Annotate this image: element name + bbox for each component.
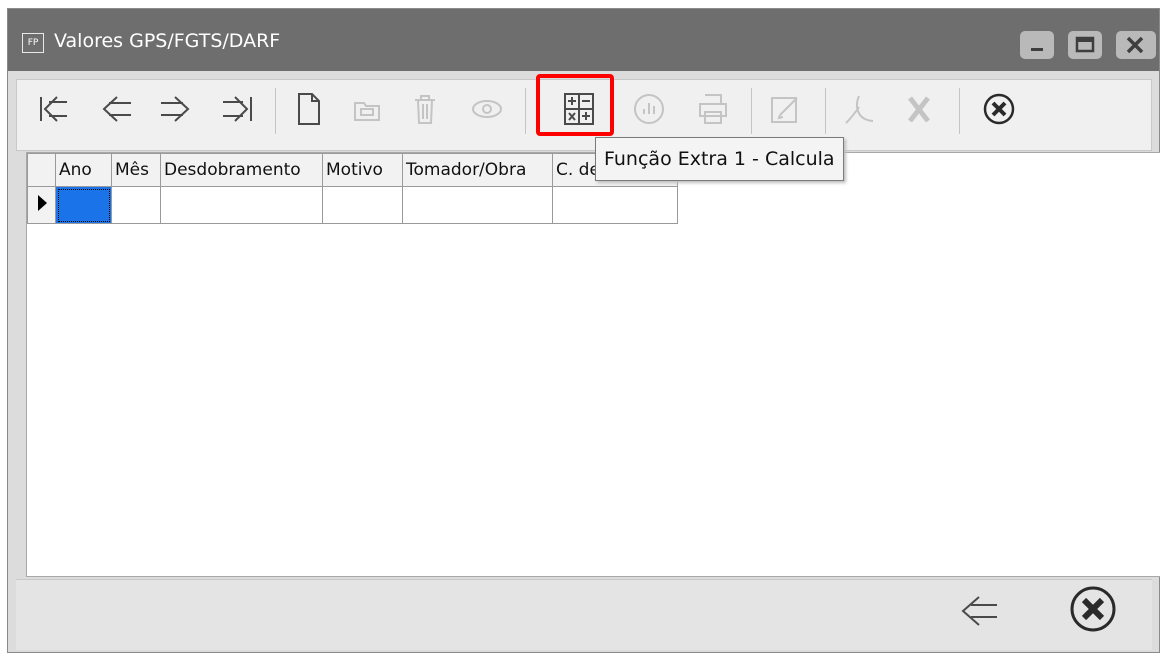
toolbar-separator [275, 88, 276, 134]
toolbar-separator [525, 88, 526, 134]
column-header-mes[interactable]: Mês [111, 153, 161, 187]
row-pointer-icon [37, 194, 47, 211]
previous-record-button[interactable] [97, 86, 137, 132]
grid-table: Ano Mês Desdobramento Motivo Tomador/Obr… [27, 153, 678, 224]
trash-icon [415, 95, 435, 124]
close-circle-icon [983, 93, 1015, 125]
edit-text-button[interactable] [765, 86, 805, 132]
grid-cell-mes[interactable] [111, 186, 161, 224]
excel-button[interactable] [899, 86, 939, 132]
close-circle-icon [1070, 586, 1116, 632]
column-header-tomador-obra[interactable]: Tomador/Obra [402, 153, 553, 187]
close-window-button[interactable] [1116, 31, 1156, 59]
column-header-desdobramento[interactable]: Desdobramento [160, 153, 323, 187]
view-button[interactable] [467, 86, 507, 132]
title-bar[interactable]: FP Valores GPS/FGTS/DARF [8, 9, 1159, 71]
left-arrow-icon [102, 96, 131, 122]
folder-icon [354, 102, 380, 121]
calculate-button-highlight [536, 74, 614, 136]
back-button[interactable] [954, 588, 1004, 634]
grid-cell-ano[interactable] [55, 186, 112, 224]
window-title: Valores GPS/FGTS/DARF [54, 30, 281, 52]
maximize-icon [1075, 36, 1095, 53]
pdf-button[interactable] [839, 86, 879, 132]
toolbar-separator [959, 88, 960, 134]
first-arrow-icon [40, 96, 67, 122]
minimize-button[interactable] [1020, 31, 1054, 59]
column-header-ano[interactable]: Ano [55, 153, 112, 187]
last-arrow-icon [223, 96, 252, 122]
table-row[interactable] [27, 186, 678, 224]
eye-icon [472, 100, 502, 118]
report-button[interactable] [629, 86, 669, 132]
footer-bar [16, 579, 1152, 650]
pencil-icon [771, 97, 798, 123]
grid-header-row: Ano Mês Desdobramento Motivo Tomador/Obr… [27, 153, 678, 187]
excel-icon [908, 96, 930, 123]
minimize-icon [1031, 48, 1043, 51]
delete-button[interactable] [405, 86, 445, 132]
column-header-motivo[interactable]: Motivo [322, 153, 403, 187]
first-record-button[interactable] [35, 86, 75, 132]
grid-cell-desdobramento[interactable] [160, 186, 323, 224]
toolbar-separator [825, 88, 826, 134]
left-arrow-icon [961, 596, 997, 626]
printer-icon [699, 94, 727, 124]
grid-cell-tomador-obra[interactable] [402, 186, 553, 224]
app-badge-icon: FP [22, 33, 44, 53]
next-record-button[interactable] [155, 86, 195, 132]
data-grid[interactable]: Ano Mês Desdobramento Motivo Tomador/Obr… [26, 152, 1160, 577]
pdf-icon [845, 95, 874, 124]
toolbar-separator [751, 88, 752, 134]
edit-button[interactable] [347, 86, 387, 132]
print-button[interactable] [693, 86, 733, 132]
new-button[interactable] [289, 86, 329, 132]
close-toolbar-button[interactable] [979, 86, 1019, 132]
right-arrow-icon [161, 96, 190, 122]
grid-cell-motivo[interactable] [322, 186, 403, 224]
current-row-indicator [27, 186, 56, 224]
maximize-button[interactable] [1068, 31, 1102, 59]
row-indicator-header [27, 153, 56, 187]
tooltip: Função Extra 1 - Calcula [595, 137, 844, 181]
chart-icon [634, 94, 664, 124]
close-footer-button[interactable] [1066, 586, 1120, 632]
close-icon [1126, 36, 1144, 54]
new-document-icon [298, 93, 320, 125]
last-record-button[interactable] [217, 86, 257, 132]
grid-cell-centro-custo[interactable] [552, 186, 678, 224]
